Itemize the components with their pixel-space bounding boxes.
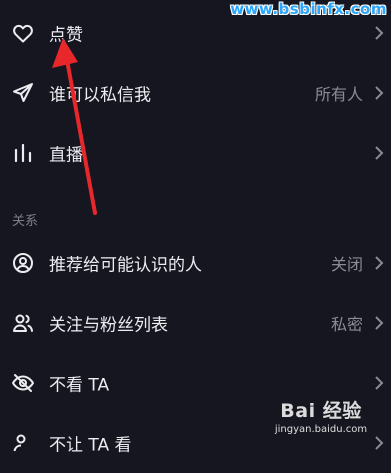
settings-item-label: 不看 TA — [49, 375, 110, 396]
settings-item-label: 关注与粉丝列表 — [49, 315, 168, 336]
settings-item-live[interactable]: 直播 — [0, 123, 391, 183]
chevron-right-icon — [373, 315, 385, 331]
watermark-top: www.bsbinfx.com — [230, 0, 387, 18]
chevron-right-icon — [373, 25, 385, 41]
watermark-bottom-main: Bai 经验 — [280, 400, 362, 422]
section-title-relations: 关系 — [12, 214, 39, 229]
settings-item-label: 谁可以私信我 — [49, 85, 151, 106]
person-circle-icon — [11, 251, 35, 275]
send-icon — [11, 81, 35, 105]
settings-item-label: 直播 — [49, 145, 83, 166]
eye-slash-icon — [11, 371, 35, 395]
settings-item-value: 所有人 — [314, 85, 363, 104]
settings-item-value: 私密 — [330, 315, 363, 334]
chevron-right-icon — [373, 145, 385, 161]
heart-icon — [11, 21, 35, 45]
person-slash-icon — [11, 431, 35, 455]
watermark-bottom-sub: jingyan.baidu.com — [274, 424, 368, 435]
settings-item-follow-list[interactable]: 关注与粉丝列表 私密 — [0, 293, 391, 353]
settings-item-value: 关闭 — [330, 255, 363, 274]
chevron-right-icon — [373, 435, 385, 451]
settings-item-label: 推荐给可能认识的人 — [49, 255, 202, 276]
chevron-right-icon — [373, 85, 385, 101]
live-bars-icon — [11, 141, 35, 165]
watermark-bottom: Bai 经验 jingyan.baidu.com — [265, 396, 377, 435]
settings-item-who-can-message[interactable]: 谁可以私信我 所有人 — [0, 63, 391, 123]
chevron-right-icon — [373, 255, 385, 271]
settings-item-label: 不让 TA 看 — [49, 435, 132, 456]
settings-item-label: 点赞 — [49, 25, 83, 46]
people-icon — [11, 311, 35, 335]
chevron-right-icon — [373, 375, 385, 391]
settings-item-recommend[interactable]: 推荐给可能认识的人 关闭 — [0, 233, 391, 293]
